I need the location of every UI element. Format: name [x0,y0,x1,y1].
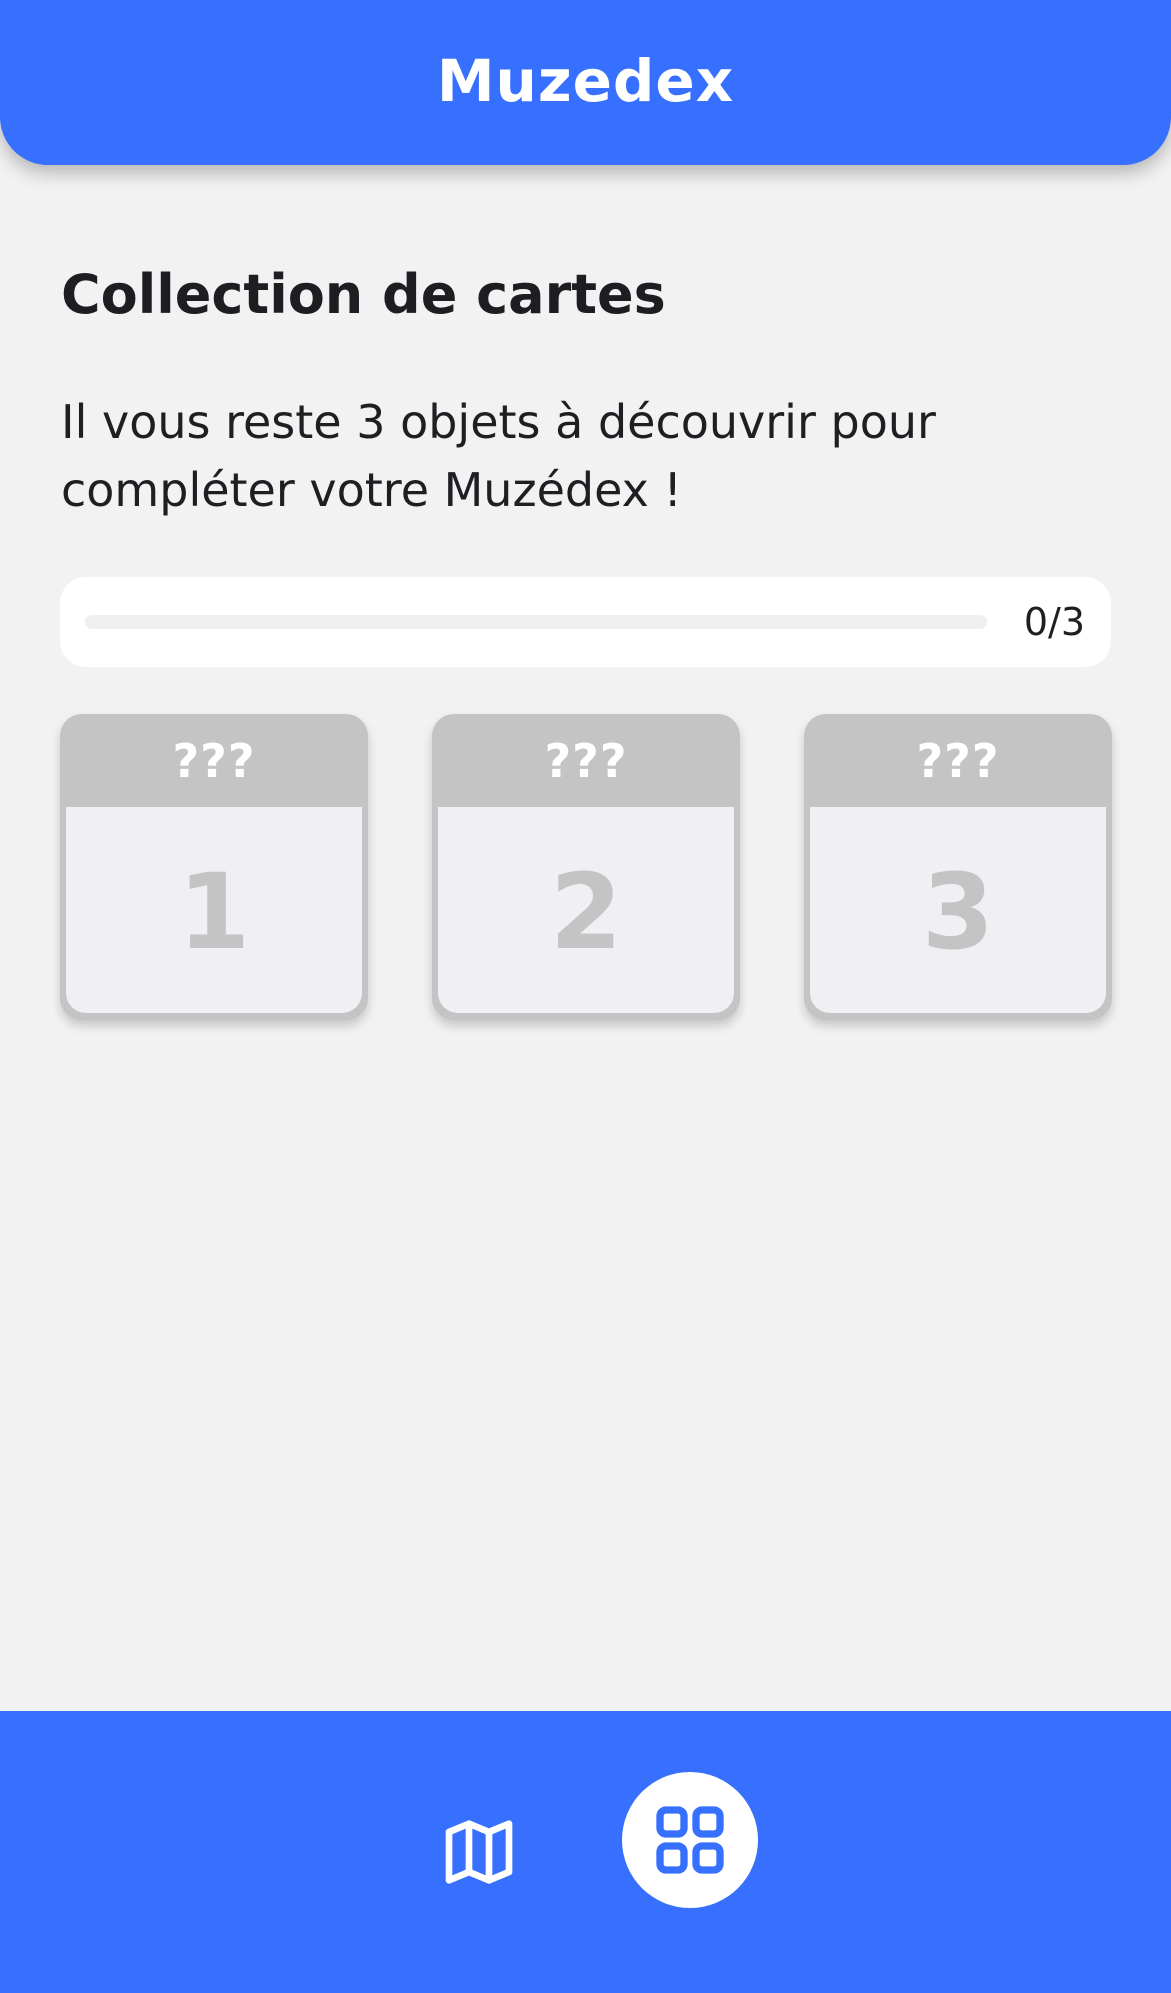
app-header: Muzedex [0,0,1171,165]
nav-map-button[interactable] [428,1801,530,1903]
map-icon [445,1820,513,1884]
page-title: Collection de cartes [61,263,666,326]
card-locked[interactable]: ??? 2 [432,714,740,1020]
card-name: ??? [172,733,256,788]
card-body: 3 [810,807,1106,1013]
card-name: ??? [916,733,1000,788]
card-name: ??? [544,733,628,788]
card-locked[interactable]: ??? 1 [60,714,368,1020]
card-number: 3 [921,851,995,973]
card-grid: ??? 1 ??? 2 ??? 3 [60,714,1112,1024]
card-body: 2 [438,807,734,1013]
grid-icon [656,1806,724,1874]
card-locked[interactable]: ??? 3 [804,714,1112,1020]
collection-subtitle: Il vous reste 3 objets à découvrir pour … [61,395,936,517]
card-body: 1 [66,807,362,1013]
bottom-nav [0,1711,1171,1993]
card-number: 1 [177,851,251,973]
nav-collection-button[interactable] [622,1772,758,1908]
progress-count: 0/3 [1023,600,1085,644]
app-title: Muzedex [436,46,735,115]
card-number: 2 [549,851,623,973]
progress-card: 0/3 [60,577,1111,667]
progress-bar [85,615,987,629]
